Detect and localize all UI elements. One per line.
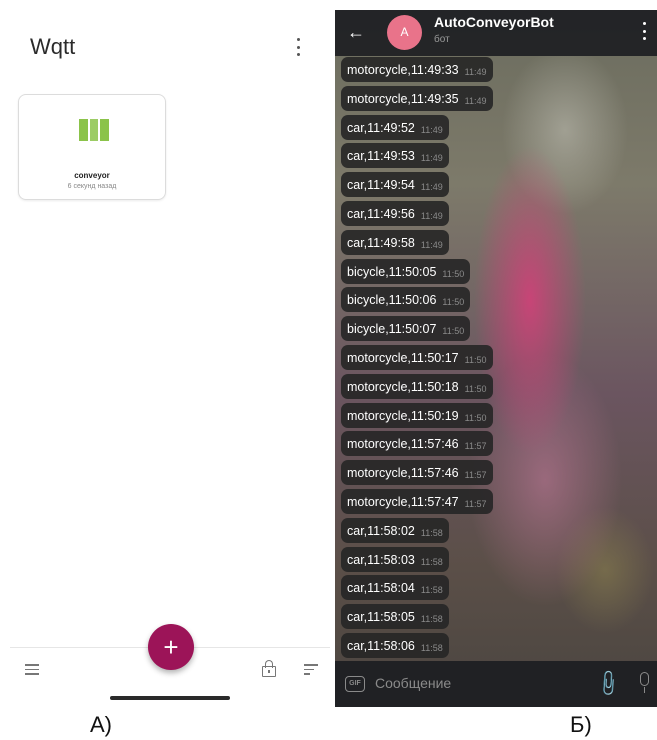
message-bubble[interactable]: car,11:58:04 11:58 [341, 575, 449, 601]
message-text: motorcycle,11:50:17 [347, 350, 459, 365]
message-text: car,11:49:53 [347, 149, 415, 164]
message-time: 11:49 [420, 239, 443, 250]
telegram-chat-screen: ← A AutoConveyorBot бот motorcycle,11:49… [335, 10, 657, 707]
attach-icon[interactable]: 📎 [593, 668, 624, 699]
message-bubble[interactable]: car,11:49:58 11:49 [341, 229, 449, 255]
message-time: 11:49 [420, 182, 443, 193]
message-text: car,11:49:54 [347, 178, 415, 193]
message-time: 11:49 [420, 153, 443, 164]
sort-icon[interactable] [304, 664, 318, 675]
message-input-bar: GIF Сообщение 📎 [335, 661, 657, 707]
message-text: motorcycle,11:57:47 [347, 494, 459, 509]
avatar[interactable]: A [387, 15, 422, 50]
message-bubble[interactable]: bicycle,11:50:05 11:50 [341, 258, 471, 284]
message-text: car,11:49:52 [347, 120, 415, 135]
message-bubble[interactable]: motorcycle,11:49:33 11:49 [341, 57, 493, 82]
message-time: 11:49 [420, 210, 443, 221]
message-time: 11:58 [420, 642, 443, 653]
message-text: motorcycle,11:49:33 [347, 63, 459, 77]
message-time: 11:58 [420, 527, 443, 538]
message-bubble[interactable]: car,11:49:56 11:49 [341, 200, 449, 226]
message-text: bicycle,11:50:06 [347, 293, 437, 308]
message-time: 11:50 [464, 354, 487, 365]
message-time: 11:58 [420, 585, 443, 596]
panel-label-b: Б) [570, 712, 592, 737]
message-bubble[interactable]: bicycle,11:50:07 11:50 [341, 316, 471, 342]
message-text: motorcycle,11:57:46 [347, 466, 459, 481]
message-text: motorcycle,11:50:19 [347, 408, 459, 423]
message-bubble[interactable]: motorcycle,11:50:19 11:50 [341, 402, 493, 428]
message-time: 11:57 [464, 470, 487, 481]
message-bubble[interactable]: car,11:58:06 11:58 [341, 632, 449, 658]
message-bubble[interactable]: motorcycle,11:57:46 11:57 [341, 431, 493, 457]
message-bubble[interactable]: car,11:49:53 11:49 [341, 143, 449, 169]
message-time: 11:58 [420, 614, 443, 625]
message-time: 11:50 [442, 326, 465, 337]
message-bubble[interactable]: car,11:58:02 11:58 [341, 517, 449, 543]
message-text: car,11:58:04 [347, 581, 415, 596]
message-bubble[interactable]: car,11:49:52 11:49 [341, 114, 449, 140]
message-time: 11:49 [464, 95, 487, 106]
panel-label-a: А) [90, 712, 112, 737]
message-time: 11:50 [442, 297, 465, 308]
wqtt-app-screen: Wqtt conveyor 6 секунд назад + [0, 0, 333, 710]
overflow-menu-icon[interactable] [641, 22, 647, 40]
add-device-button[interactable]: + [148, 624, 194, 670]
message-input[interactable]: Сообщение [375, 675, 451, 691]
message-text: motorcycle,11:49:35 [347, 91, 459, 106]
message-text: motorcycle,11:57:46 [347, 437, 459, 452]
message-text: car,11:58:06 [347, 638, 415, 653]
message-bubble[interactable]: car,11:58:05 11:58 [341, 604, 449, 630]
device-last-seen: 6 секунд назад [67, 183, 117, 190]
chat-header: ← A AutoConveyorBot бот [335, 10, 657, 56]
message-bubble[interactable]: motorcycle,11:50:18 11:50 [341, 373, 493, 399]
lock-icon[interactable] [262, 660, 276, 677]
gif-icon[interactable]: GIF [345, 676, 365, 692]
message-text: car,11:49:58 [347, 235, 415, 250]
message-text: bicycle,11:50:07 [347, 322, 437, 337]
message-text: car,11:58:05 [347, 610, 415, 625]
message-time: 11:50 [464, 412, 487, 423]
home-indicator[interactable] [110, 696, 230, 700]
message-time: 11:49 [420, 124, 443, 135]
message-time: 11:57 [464, 441, 487, 452]
message-time: 11:58 [420, 556, 443, 567]
message-bubble[interactable]: motorcycle,11:57:47 11:57 [341, 488, 493, 514]
message-bubble[interactable]: motorcycle,11:57:46 11:57 [341, 460, 493, 486]
message-bubble[interactable]: car,11:49:54 11:49 [341, 172, 449, 198]
message-time: 11:50 [442, 268, 465, 279]
message-time: 11:57 [464, 498, 487, 509]
message-list: motorcycle,11:49:33 11:49 motorcycle,11:49… [341, 57, 651, 662]
app-title: Wqtt [30, 34, 76, 59]
message-text: car,11:49:56 [347, 206, 415, 221]
microphone-icon[interactable] [639, 672, 649, 694]
back-arrow-icon[interactable]: ← [347, 23, 365, 41]
conveyor-icon [79, 119, 110, 141]
chat-title[interactable]: AutoConveyorBot [434, 14, 554, 30]
message-bubble[interactable]: car,11:58:03 11:58 [341, 546, 449, 572]
message-bubble[interactable]: motorcycle,11:49:35 11:49 [341, 85, 493, 111]
menu-icon[interactable] [25, 664, 39, 675]
message-text: car,11:58:03 [347, 552, 415, 567]
chat-subtitle: бот [434, 34, 450, 45]
device-card-conveyor[interactable]: conveyor 6 секунд назад [18, 94, 166, 200]
message-time: 11:49 [464, 67, 487, 77]
message-text: car,11:58:02 [347, 523, 415, 538]
message-text: bicycle,11:50:05 [347, 264, 437, 279]
overflow-menu-icon[interactable] [290, 38, 306, 56]
device-name: conveyor [74, 171, 110, 180]
message-bubble[interactable]: bicycle,11:50:06 11:50 [341, 287, 471, 313]
message-time: 11:50 [464, 383, 487, 394]
message-bubble[interactable]: motorcycle,11:50:17 11:50 [341, 344, 493, 370]
message-text: motorcycle,11:50:18 [347, 379, 459, 394]
